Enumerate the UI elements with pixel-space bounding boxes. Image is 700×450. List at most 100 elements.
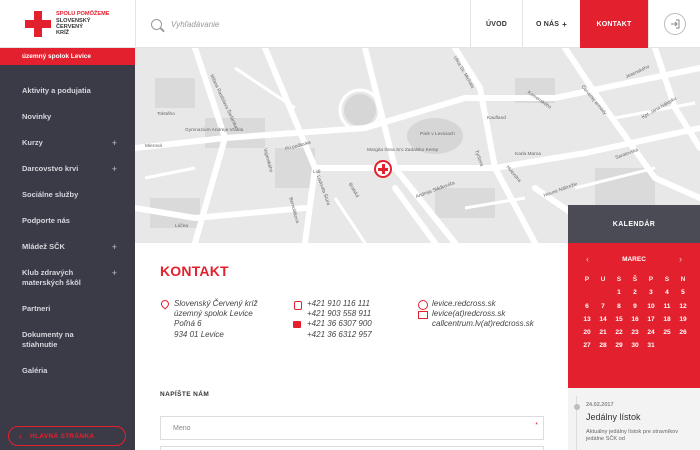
nav-contact[interactable]: KONTAKT [580,0,648,48]
calendar-weekday: P [584,276,590,283]
calendar-day[interactable]: 18 [659,316,675,323]
map-label: Karla Marxa [515,152,541,157]
nav-about[interactable]: O NÁS + [522,0,580,48]
sidebar-item-galeria[interactable]: Galéria [0,366,135,376]
search-input[interactable] [171,19,431,29]
calendar-day[interactable]: 3 [643,289,659,296]
calendar-day[interactable]: 16 [627,316,643,323]
sidebar-item-kurzy[interactable]: Kurzy + [0,138,135,148]
nav-contact-label: KONTAKT [596,20,632,28]
sidebar-item-aktivity[interactable]: Aktivity a podujatia [0,86,135,96]
sidebar-item-klub[interactable]: Klub zdravých materských škôl + [0,268,135,288]
page-title: KONTAKT [160,263,229,279]
plus-icon[interactable]: + [112,268,117,278]
calendar: KALENDÁR ‹ MAREC › P U S Š P S N 1 2 3 4 5 6 7 8 9 10 11 1… [568,205,700,388]
phone-number[interactable]: +421 903 558 911 [307,309,371,319]
calendar-day[interactable]: 30 [627,342,643,349]
sidebar-item-darcovstvo[interactable]: Darcovstvo krvi + [0,164,135,174]
next-field[interactable] [160,446,544,450]
map-label: Margita Ilona Sro Zadalsko Kemp [367,148,439,153]
login-button[interactable] [648,0,700,48]
calendar-weekday: N [680,276,686,283]
logo[interactable]: SPOLU POMÔŽEME SLOVENSKÝ ČERVENÝ KRÍŽ [0,0,135,48]
sidebar-item-mladez[interactable]: Mládež SČK + [0,242,135,252]
plus-icon[interactable]: + [112,242,117,252]
fax-icon [293,320,301,329]
email-link[interactable]: callcentrum.lv(at)redcross.sk [432,319,534,329]
web-block: levice.redcross.sk levice(at)redcross.sk… [418,299,534,330]
sidebar-item-partneri[interactable]: Partneri [0,304,135,314]
sidebar: územný spolok Levice Aktivity a podujati… [0,48,135,450]
logo-line-1: SPOLU POMÔŽEME [56,11,110,18]
calendar-day[interactable]: 31 [643,342,659,349]
calendar-day[interactable]: 21 [595,329,611,336]
calendar-day[interactable]: 4 [659,289,675,296]
calendar-day[interactable]: 10 [643,303,659,310]
calendar-day[interactable]: 15 [611,316,627,323]
calendar-day[interactable]: 11 [659,303,675,310]
calendar-weekday: U [600,276,606,283]
location-marker-icon[interactable] [374,160,392,178]
nav-home-label: ÚVOD [485,20,508,28]
calendar-day[interactable]: 28 [595,342,611,349]
calendar-weekday: S [664,276,670,283]
sidebar-item-novinky[interactable]: Novinky [0,112,135,122]
sidebar-item-podporte[interactable]: Podporte nás [0,216,135,226]
map-label: Kaufland [487,116,506,121]
calendar-day[interactable]: 20 [579,329,595,336]
name-input[interactable] [173,424,513,432]
sidebar-item-label: Podporte nás [22,216,70,225]
calendar-day[interactable]: 19 [675,316,691,323]
calendar-day[interactable]: 26 [675,329,691,336]
fax-number: +421 36 6307 900 [307,319,372,329]
calendar-day[interactable]: 12 [675,303,691,310]
timeline-dot-icon [573,404,580,410]
map-label: Park v Leviciach [420,132,455,137]
calendar-day[interactable]: 23 [627,329,643,336]
calendar-day[interactable]: 8 [611,303,627,310]
phone-number[interactable]: +421 910 116 111 [307,299,370,309]
calendar-day[interactable]: 24 [643,329,659,336]
plus-icon[interactable]: + [112,138,117,148]
calendar-day[interactable]: 6 [579,303,595,310]
calendar-day[interactable]: 5 [675,289,691,296]
calendar-day[interactable]: 17 [643,316,659,323]
calendar-day[interactable]: 1 [611,289,627,296]
phone-block: +421 910 116 111 +421 903 558 911 +421 3… [293,299,372,340]
sidebar-item-label: Klub zdravých materských škôl [22,268,81,287]
plus-icon: + [562,19,568,29]
main-page-button[interactable]: ‹ HLAVNÁ STRÁNKA [8,426,126,446]
map-label: Tolstého [157,112,175,117]
chevron-right-icon[interactable]: › [679,254,682,264]
sidebar-item-dokumenty[interactable]: Dokumenty na stiahnutie [0,330,135,350]
sidebar-item-socialne[interactable]: Sociálne služby [0,190,135,200]
calendar-day[interactable]: 29 [611,342,627,349]
address-line: Slovenský Červený kríž [174,299,258,308]
web-link[interactable]: levice.redcross.sk [432,299,496,309]
nav-home[interactable]: ÚVOD [470,0,522,48]
red-cross-icon [25,11,51,37]
mail-icon [418,310,428,319]
main-page-button-label: HLAVNÁ STRÁNKA [29,432,95,440]
sidebar-menu: Aktivity a podujatia Novinky Kurzy + Darc… [0,65,135,376]
calendar-day[interactable]: 13 [579,316,595,323]
search-icon[interactable] [151,18,162,30]
calendar-title: KALENDÁR [568,205,700,243]
calendar-day[interactable]: 9 [627,303,643,310]
phone-icon [293,300,302,310]
calendar-weekday: P [648,276,654,283]
calendar-day[interactable]: 27 [579,342,595,349]
plus-icon[interactable]: + [112,164,117,174]
calendar-day[interactable]: 2 [627,289,643,296]
calendar-day[interactable]: 25 [659,329,675,336]
address-line: Poľná 6 [174,319,202,329]
search-bar [135,0,470,48]
site-header: SPOLU POMÔŽEME SLOVENSKÝ ČERVENÝ KRÍŽ ÚV… [0,0,700,48]
calendar-weekday: S [616,276,622,283]
email-link[interactable]: levice(at)redcross.sk [432,309,505,319]
calendar-day[interactable]: 7 [595,303,611,310]
sidebar-item-label: Sociálne služby [22,190,79,199]
event-title[interactable]: Jedálny lístok [586,412,641,422]
calendar-day[interactable]: 14 [595,316,611,323]
calendar-day[interactable]: 22 [611,329,627,336]
